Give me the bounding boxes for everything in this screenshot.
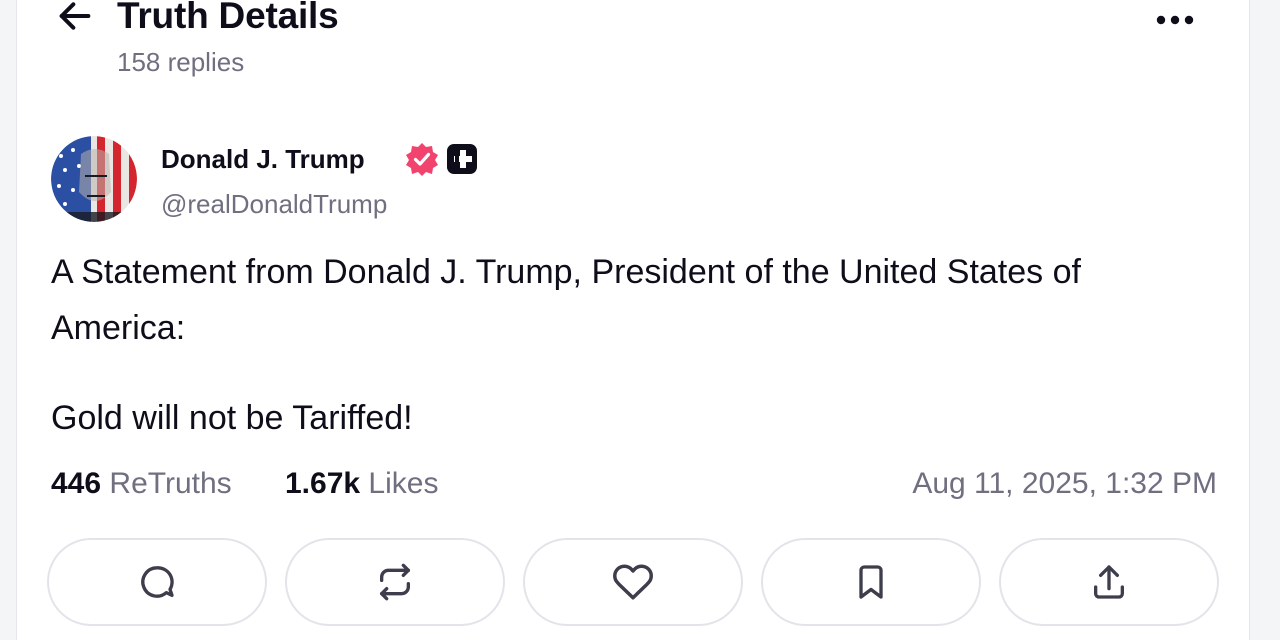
likes-count: 1.67k: [285, 467, 361, 500]
bookmark-icon: [859, 565, 883, 599]
avatar[interactable]: [51, 136, 137, 222]
truth-plus-badge-icon: [447, 144, 477, 174]
post-timestamp: Aug 11, 2025, 1:32 PM: [912, 467, 1217, 500]
author-display-name[interactable]: Donald J. Trump: [161, 142, 365, 176]
author-row: Donald J. Trump @realDonaldTrump: [51, 136, 751, 226]
retruth-icon: [380, 563, 410, 601]
post-detail-card: Truth Details 158 replies Donald J. Trum…: [16, 0, 1250, 640]
header: Truth Details 158 replies: [17, 0, 1249, 100]
post-body: A Statement from Donald J. Trump, Presid…: [51, 244, 1221, 446]
more-options-button[interactable]: [1151, 2, 1199, 38]
action-bar: [47, 538, 1223, 626]
like-button[interactable]: [523, 538, 743, 626]
back-button[interactable]: [53, 0, 97, 38]
post-paragraph: A Statement from Donald J. Trump, Presid…: [51, 253, 1081, 347]
verified-badge-icon: [405, 142, 439, 176]
bookmark-button[interactable]: [761, 538, 981, 626]
retruths-count: 446: [51, 467, 102, 500]
post-stats: 446 ReTruths 1.67k Likes Aug 11, 2025, 1…: [51, 462, 1217, 506]
likes-stat[interactable]: 1.67k Likes: [285, 462, 438, 506]
retruth-button[interactable]: [285, 538, 505, 626]
retruths-label: ReTruths: [109, 467, 232, 500]
like-icon: [613, 564, 653, 600]
post-paragraph: Gold will not be Tariffed!: [51, 399, 413, 437]
arrow-left-icon: [59, 2, 91, 30]
more-horizontal-icon: [1156, 15, 1194, 25]
reply-icon: [141, 566, 174, 598]
page-title: Truth Details: [117, 0, 339, 36]
share-icon: [1094, 565, 1124, 599]
likes-label: Likes: [368, 467, 439, 500]
author-handle[interactable]: @realDonaldTrump: [161, 188, 387, 220]
reply-button[interactable]: [47, 538, 267, 626]
reply-count: 158 replies: [117, 47, 245, 77]
retruths-stat[interactable]: 446 ReTruths: [51, 462, 232, 506]
share-button[interactable]: [999, 538, 1219, 626]
